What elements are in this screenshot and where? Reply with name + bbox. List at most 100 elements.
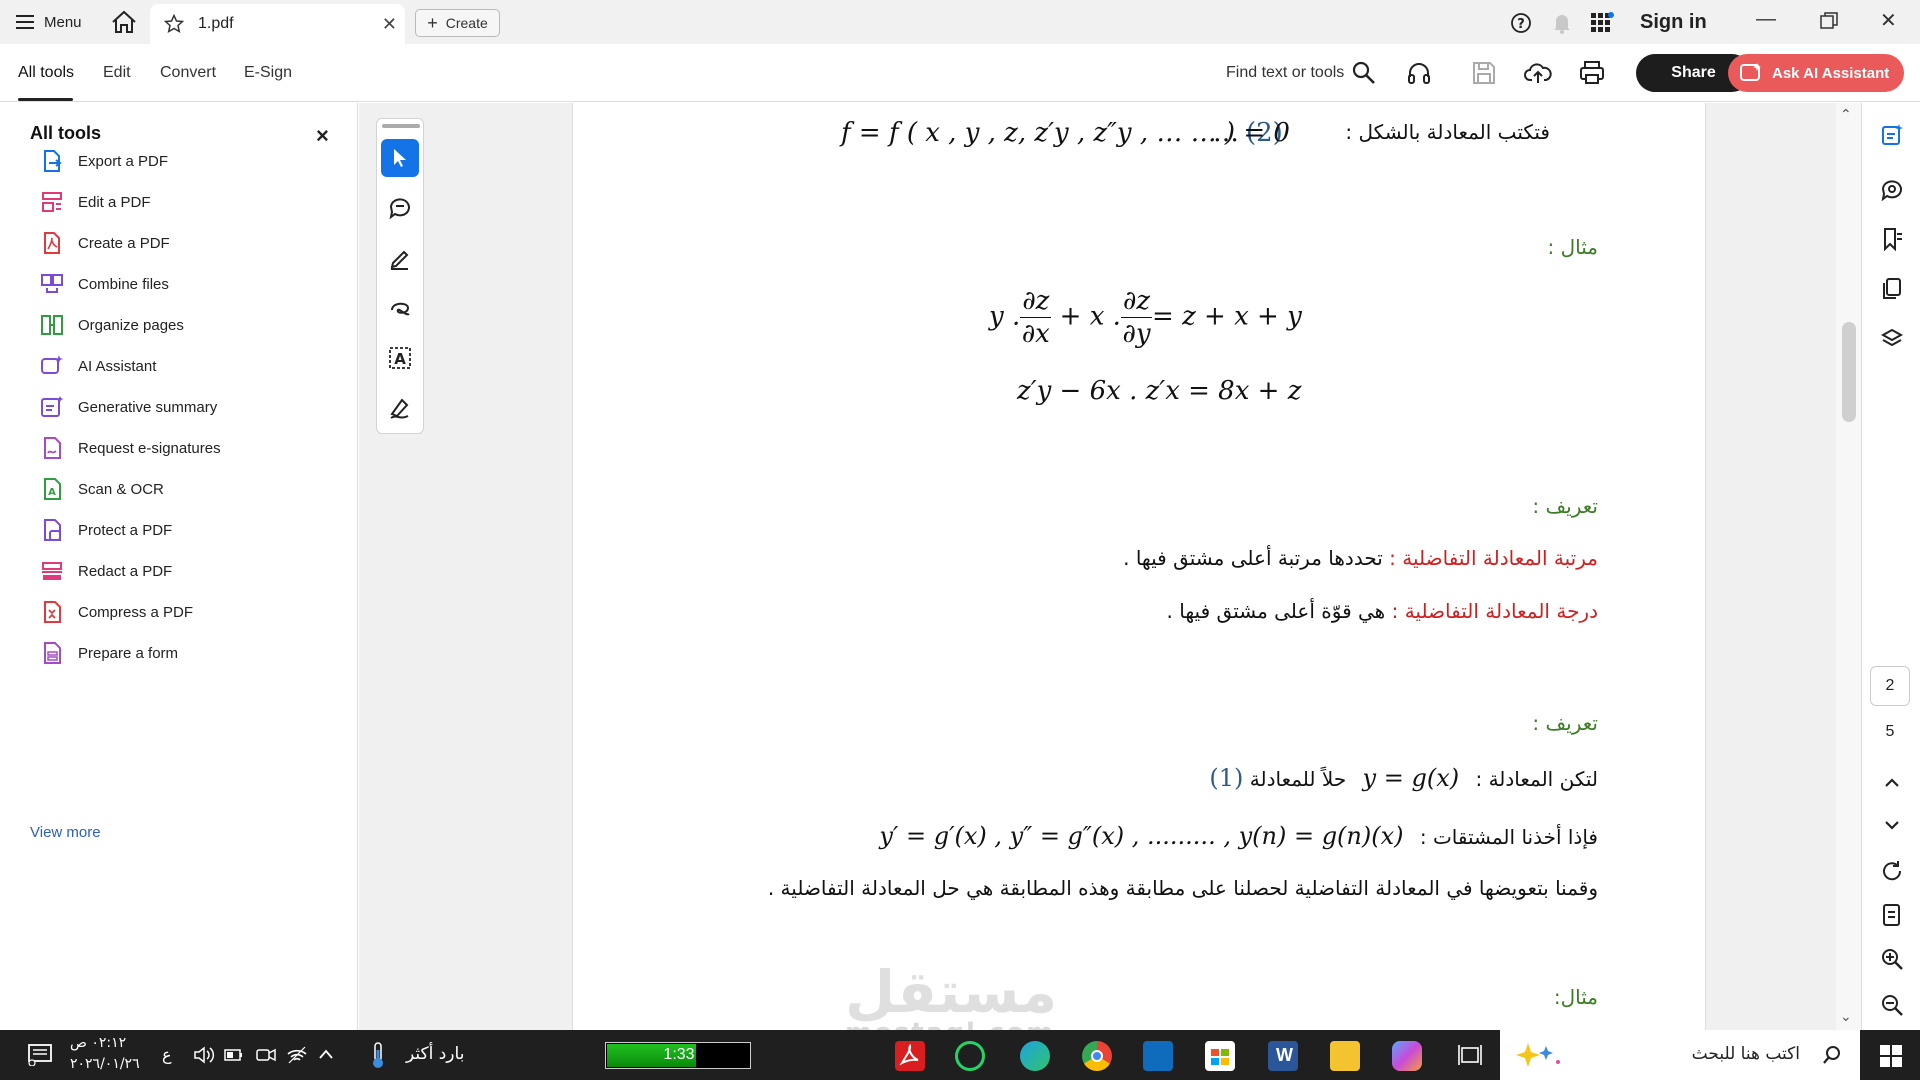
- home-icon[interactable]: [110, 9, 138, 35]
- quick-tools-grip[interactable]: [382, 124, 420, 128]
- tab-all-tools[interactable]: All tools: [18, 64, 74, 82]
- print-icon[interactable]: [1578, 59, 1606, 87]
- tool-item-organize-pages[interactable]: Organize pages: [40, 311, 184, 339]
- minimize-window-icon[interactable]: —: [1756, 8, 1776, 31]
- tool-item-redact-a-pdf[interactable]: Redact a PDF: [40, 557, 172, 585]
- tool-item-edit-a-pdf[interactable]: Edit a PDF: [40, 188, 151, 216]
- active-tab-indicator: [18, 98, 73, 101]
- menu-button[interactable]: Menu: [16, 10, 82, 34]
- tool-item-export-a-pdf[interactable]: Export a PDF: [40, 147, 168, 175]
- tab-close-icon[interactable]: ✕: [382, 14, 397, 35]
- bookmarks-icon[interactable]: [1880, 227, 1904, 251]
- tool-item-combine-files[interactable]: Combine files: [40, 270, 169, 298]
- tab-esign[interactable]: E-Sign: [244, 64, 292, 82]
- cloud-upload-icon[interactable]: [1524, 59, 1552, 87]
- view-more-link[interactable]: View more: [30, 824, 101, 841]
- whatsapp-taskbar-icon[interactable]: [955, 1041, 985, 1071]
- chrome-taskbar-icon[interactable]: [1082, 1041, 1112, 1071]
- help-icon[interactable]: ?: [1510, 12, 1532, 34]
- tool-item-generative-summary[interactable]: Generative summary: [40, 393, 217, 421]
- show-hidden-icons-chevron[interactable]: [318, 1048, 334, 1060]
- volume-icon[interactable]: [193, 1046, 215, 1064]
- scan-ocr-icon: A: [44, 478, 61, 500]
- comment-tool-button[interactable]: [381, 189, 419, 227]
- weather-text[interactable]: بارد أكثر: [406, 1044, 464, 1064]
- battery-icon[interactable]: [224, 1048, 244, 1062]
- solution-equation: y = g(x): [1362, 764, 1460, 792]
- tool-item-ai-assistant[interactable]: AI Assistant: [40, 352, 156, 380]
- camera-icon[interactable]: [256, 1046, 276, 1064]
- wifi-icon[interactable]: [286, 1046, 308, 1064]
- tool-item-scan-ocr[interactable]: A Scan & OCR: [40, 475, 164, 503]
- copilot-taskbar-icon[interactable]: [1392, 1041, 1422, 1071]
- task-view-icon[interactable]: [1458, 1044, 1482, 1066]
- comments-panel-icon[interactable]: [1880, 177, 1904, 201]
- acrobat-taskbar-icon[interactable]: [895, 1041, 925, 1071]
- weather-thermometer-icon[interactable]: [365, 1040, 391, 1070]
- derivatives-equation: y′ = g′(x) , y″ = g″(x) , ......... , y(…: [879, 822, 1404, 850]
- text-box-tool-button[interactable]: A: [381, 339, 419, 377]
- zoom-out-icon[interactable]: [1880, 993, 1904, 1017]
- store-taskbar-icon[interactable]: [1205, 1041, 1235, 1071]
- tool-item-request-e-signatures[interactable]: Request e-signatures: [40, 434, 221, 462]
- language-indicator[interactable]: ع: [162, 1045, 172, 1064]
- panel-close-icon[interactable]: ×: [316, 123, 329, 149]
- layers-icon[interactable]: [1880, 327, 1904, 351]
- windows-taskbar: ٠٢:١٢ ص ٢٠٢٦/٠١/٢٦ ع بارد أكثر 1:33 W اك…: [0, 1030, 1920, 1080]
- sign-in-button[interactable]: Sign in: [1640, 11, 1707, 34]
- taskbar-search-box[interactable]: اكتب هنا للبحث: [1500, 1030, 1860, 1080]
- windows-start-icon[interactable]: [1880, 1045, 1902, 1067]
- ask-ai-assistant-button[interactable]: Ask AI Assistant: [1728, 54, 1904, 92]
- notifications-bell-icon[interactable]: [1552, 12, 1572, 34]
- tool-item-prepare-a-form[interactable]: Prepare a form: [40, 639, 178, 667]
- clock-time[interactable]: ٠٢:١٢ ص: [70, 1035, 126, 1051]
- file-explorer-taskbar-icon[interactable]: [1330, 1041, 1360, 1071]
- document-tab[interactable]: 1.pdf ✕: [150, 4, 405, 44]
- vertical-scrollbar[interactable]: [1836, 103, 1861, 1030]
- save-icon[interactable]: [1470, 59, 1498, 87]
- word-taskbar-icon[interactable]: W: [1268, 1041, 1298, 1071]
- tab-convert[interactable]: Convert: [160, 64, 216, 82]
- tab-edit[interactable]: Edit: [103, 64, 131, 82]
- tool-item-protect-a-pdf[interactable]: Protect a PDF: [40, 516, 172, 544]
- restore-window-icon[interactable]: [1820, 12, 1838, 30]
- current-page-field[interactable]: 2: [1870, 666, 1910, 706]
- clock-date[interactable]: ٢٠٢٦/٠١/٢٦: [70, 1056, 140, 1072]
- previous-page-icon[interactable]: [1880, 771, 1904, 795]
- apps-grid-icon[interactable]: [1590, 12, 1614, 34]
- sign-tool-button[interactable]: [381, 389, 419, 427]
- scroll-down-icon[interactable]: ⌄: [1840, 1008, 1852, 1025]
- scrollbar-thumb[interactable]: [1842, 322, 1856, 422]
- find-text-button[interactable]: Find text or tools: [1226, 64, 1344, 82]
- tool-item-label: Redact a PDF: [78, 562, 173, 580]
- tool-item-create-a-pdf[interactable]: Create a PDF: [40, 229, 170, 257]
- draw-tool-button[interactable]: [381, 289, 419, 327]
- taskbar-search-icon: [1823, 1046, 1840, 1064]
- search-icon[interactable]: [1350, 59, 1378, 87]
- star-icon[interactable]: [164, 14, 184, 34]
- solution-ref: (1): [1209, 764, 1244, 792]
- page-thumbnails-icon[interactable]: [1880, 277, 1904, 301]
- menu-label: Menu: [44, 13, 82, 31]
- zoom-in-icon[interactable]: [1880, 947, 1904, 971]
- create-button[interactable]: + Create: [415, 9, 500, 37]
- close-window-icon[interactable]: ✕: [1880, 8, 1897, 33]
- order-label: مرتبة المعادلة التفاضلية :: [1389, 546, 1598, 570]
- page-display-icon[interactable]: [1880, 903, 1904, 927]
- edge-taskbar-icon[interactable]: [1020, 1041, 1050, 1071]
- select-tool-button[interactable]: [381, 139, 419, 177]
- search-highlight-sparkle-icon: [1516, 1043, 1560, 1067]
- rotate-icon[interactable]: [1880, 859, 1904, 883]
- notification-center-icon[interactable]: [28, 1044, 52, 1066]
- highlight-tool-button[interactable]: [381, 239, 419, 277]
- ai-summary-icon[interactable]: [1880, 123, 1904, 147]
- word-letter-icon: W: [1276, 1045, 1293, 1065]
- read-aloud-icon[interactable]: [1405, 59, 1433, 87]
- timer-widget[interactable]: 1:33: [605, 1042, 751, 1069]
- redact-pdf-icon: [42, 562, 62, 580]
- doc-line1-equation: f = f ( x , y , z, z′y , z″y , … … ) = 0: [841, 118, 1290, 148]
- tool-item-compress-a-pdf[interactable]: Compress a PDF: [40, 598, 193, 626]
- scroll-up-icon[interactable]: ⌃: [1840, 106, 1852, 123]
- next-page-icon[interactable]: [1880, 813, 1904, 837]
- outlook-taskbar-icon[interactable]: [1143, 1041, 1173, 1071]
